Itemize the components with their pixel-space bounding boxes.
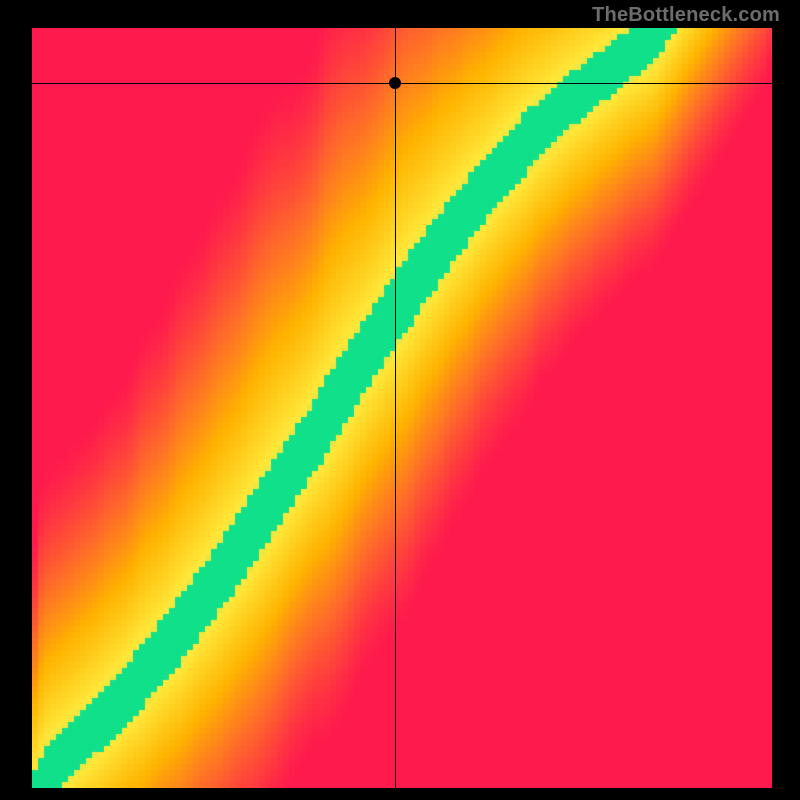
chart-frame: TheBottleneck.com (0, 0, 800, 800)
heatmap-canvas (32, 28, 772, 788)
watermark-text: TheBottleneck.com (592, 4, 780, 27)
